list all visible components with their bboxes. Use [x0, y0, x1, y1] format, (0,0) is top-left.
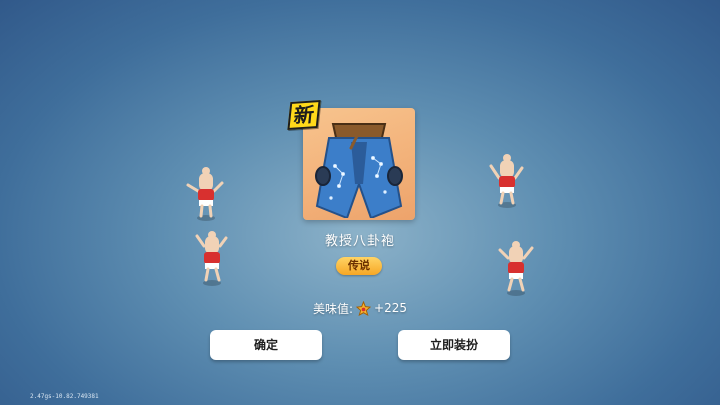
- dancing-character-left-bottom: [195, 231, 228, 286]
- taste-value-row: 美味值: +225: [300, 298, 420, 318]
- item-card: [303, 108, 415, 220]
- item-name: 教授八卦袍: [324, 234, 395, 249]
- build-info-text: 2.47gs-10.82.749381: [30, 393, 99, 400]
- dancing-character-left-top: [186, 167, 224, 221]
- equip-now-button[interactable]: 立即装扮: [398, 330, 510, 360]
- confirm-button[interactable]: 确定: [210, 330, 322, 360]
- robe-icon: [315, 123, 403, 218]
- dancing-character-right-bottom: [498, 241, 534, 296]
- reward-screen: 新 教授八卦袍 传说 美味值: +225 确定 立即装扮 2.47gs-10.8…: [0, 0, 720, 405]
- taste-icon: [356, 300, 372, 316]
- taste-label: 美味值:: [312, 301, 354, 316]
- dancing-character-right-top: [489, 154, 524, 208]
- rarity-badge: 传说: [336, 257, 382, 275]
- new-badge: 新: [287, 99, 321, 131]
- taste-value: +225: [374, 301, 407, 315]
